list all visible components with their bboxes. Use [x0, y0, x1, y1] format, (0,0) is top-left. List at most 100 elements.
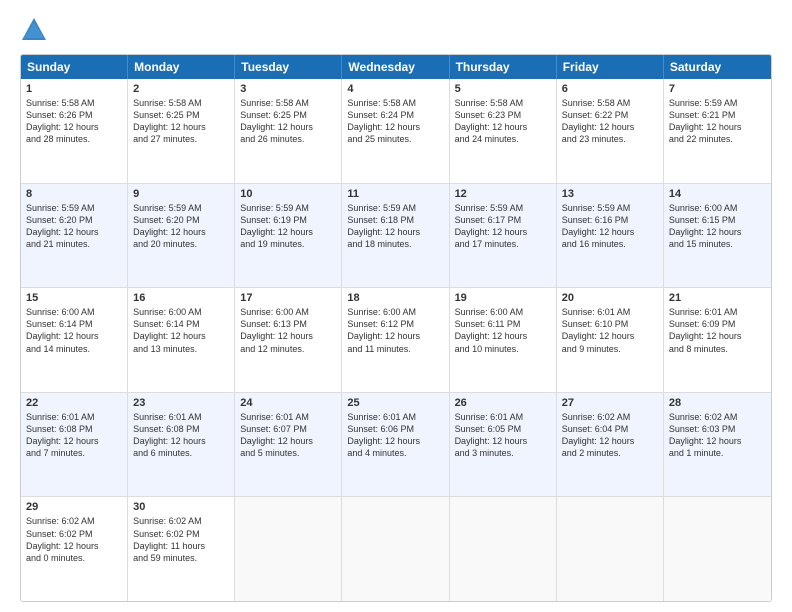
day-number: 25 — [347, 397, 443, 409]
cell-info: Sunrise: 6:01 AMSunset: 6:08 PMDaylight:… — [26, 411, 122, 460]
day-number: 19 — [455, 292, 551, 304]
cell-info: Sunrise: 6:02 AMSunset: 6:03 PMDaylight:… — [669, 411, 766, 460]
day-number: 8 — [26, 188, 122, 200]
calendar-cell: 16 Sunrise: 6:00 AMSunset: 6:14 PMDayligh… — [128, 288, 235, 392]
logo-icon — [20, 16, 48, 44]
day-number: 27 — [562, 397, 658, 409]
day-number: 24 — [240, 397, 336, 409]
calendar-row: 15 Sunrise: 6:00 AMSunset: 6:14 PMDayligh… — [21, 288, 771, 393]
cell-info: Sunrise: 5:59 AMSunset: 6:21 PMDaylight:… — [669, 97, 766, 146]
calendar-cell: 5 Sunrise: 5:58 AMSunset: 6:23 PMDaylight… — [450, 79, 557, 183]
day-number: 7 — [669, 83, 766, 95]
header-day: Wednesday — [342, 55, 449, 79]
calendar-cell: 1 Sunrise: 5:58 AMSunset: 6:26 PMDaylight… — [21, 79, 128, 183]
calendar-cell-empty — [235, 497, 342, 601]
calendar-cell: 11 Sunrise: 5:59 AMSunset: 6:18 PMDayligh… — [342, 184, 449, 288]
day-number: 17 — [240, 292, 336, 304]
day-number: 20 — [562, 292, 658, 304]
cell-info: Sunrise: 5:58 AMSunset: 6:24 PMDaylight:… — [347, 97, 443, 146]
header — [20, 16, 772, 44]
cell-info: Sunrise: 6:00 AMSunset: 6:11 PMDaylight:… — [455, 306, 551, 355]
page: SundayMondayTuesdayWednesdayThursdayFrid… — [0, 0, 792, 612]
calendar-cell: 28 Sunrise: 6:02 AMSunset: 6:03 PMDayligh… — [664, 393, 771, 497]
day-number: 18 — [347, 292, 443, 304]
calendar-cell: 22 Sunrise: 6:01 AMSunset: 6:08 PMDayligh… — [21, 393, 128, 497]
day-number: 2 — [133, 83, 229, 95]
cell-info: Sunrise: 5:59 AMSunset: 6:20 PMDaylight:… — [26, 202, 122, 251]
calendar-cell: 8 Sunrise: 5:59 AMSunset: 6:20 PMDaylight… — [21, 184, 128, 288]
cell-info: Sunrise: 5:58 AMSunset: 6:23 PMDaylight:… — [455, 97, 551, 146]
cell-info: Sunrise: 6:01 AMSunset: 6:06 PMDaylight:… — [347, 411, 443, 460]
cell-info: Sunrise: 6:00 AMSunset: 6:15 PMDaylight:… — [669, 202, 766, 251]
header-day: Thursday — [450, 55, 557, 79]
calendar-cell: 14Sunrise: 6:00 AMSunset: 6:15 PMDayligh… — [664, 184, 771, 288]
calendar-cell: 10 Sunrise: 5:59 AMSunset: 6:19 PMDayligh… — [235, 184, 342, 288]
cell-info: Sunrise: 6:01 AMSunset: 6:07 PMDaylight:… — [240, 411, 336, 460]
cell-info: Sunrise: 6:01 AMSunset: 6:08 PMDaylight:… — [133, 411, 229, 460]
calendar-cell: 30 Sunrise: 6:02 AMSunset: 6:02 PMDayligh… — [128, 497, 235, 601]
header-day: Saturday — [664, 55, 771, 79]
day-number: 22 — [26, 397, 122, 409]
day-number: 21 — [669, 292, 766, 304]
cell-info: Sunrise: 5:59 AMSunset: 6:19 PMDaylight:… — [240, 202, 336, 251]
day-number: 13 — [562, 188, 658, 200]
calendar-cell: 27 Sunrise: 6:02 AMSunset: 6:04 PMDayligh… — [557, 393, 664, 497]
day-number: 15 — [26, 292, 122, 304]
header-day: Tuesday — [235, 55, 342, 79]
day-number: 10 — [240, 188, 336, 200]
cell-info: Sunrise: 6:02 AMSunset: 6:04 PMDaylight:… — [562, 411, 658, 460]
cell-info: Sunrise: 6:01 AMSunset: 6:05 PMDaylight:… — [455, 411, 551, 460]
calendar-cell: 3Sunrise: 5:58 AMSunset: 6:25 PMDaylight… — [235, 79, 342, 183]
calendar-cell: 15 Sunrise: 6:00 AMSunset: 6:14 PMDayligh… — [21, 288, 128, 392]
cell-info: Sunrise: 6:00 AMSunset: 6:14 PMDaylight:… — [133, 306, 229, 355]
cell-info: Sunrise: 6:00 AMSunset: 6:14 PMDaylight:… — [26, 306, 122, 355]
calendar-body: 1 Sunrise: 5:58 AMSunset: 6:26 PMDaylight… — [21, 79, 771, 601]
calendar-cell: 4Sunrise: 5:58 AMSunset: 6:24 PMDaylight… — [342, 79, 449, 183]
calendar-cell: 20 Sunrise: 6:01 AMSunset: 6:10 PMDayligh… — [557, 288, 664, 392]
cell-info: Sunrise: 6:01 AMSunset: 6:10 PMDaylight:… — [562, 306, 658, 355]
cell-info: Sunrise: 6:02 AMSunset: 6:02 PMDaylight:… — [26, 515, 122, 564]
cell-info: Sunrise: 5:59 AMSunset: 6:18 PMDaylight:… — [347, 202, 443, 251]
day-number: 11 — [347, 188, 443, 200]
day-number: 1 — [26, 83, 122, 95]
cell-info: Sunrise: 5:58 AMSunset: 6:26 PMDaylight:… — [26, 97, 122, 146]
calendar-row: 1 Sunrise: 5:58 AMSunset: 6:26 PMDaylight… — [21, 79, 771, 184]
day-number: 12 — [455, 188, 551, 200]
day-number: 16 — [133, 292, 229, 304]
logo — [20, 16, 52, 44]
calendar-cell-empty — [557, 497, 664, 601]
day-number: 30 — [133, 501, 229, 513]
calendar-header: SundayMondayTuesdayWednesdayThursdayFrid… — [21, 55, 771, 79]
cell-info: Sunrise: 5:58 AMSunset: 6:22 PMDaylight:… — [562, 97, 658, 146]
cell-info: Sunrise: 6:01 AMSunset: 6:09 PMDaylight:… — [669, 306, 766, 355]
cell-info: Sunrise: 6:00 AMSunset: 6:12 PMDaylight:… — [347, 306, 443, 355]
calendar-cell: 26 Sunrise: 6:01 AMSunset: 6:05 PMDayligh… — [450, 393, 557, 497]
calendar-cell: 2 Sunrise: 5:58 AMSunset: 6:25 PMDaylight… — [128, 79, 235, 183]
calendar-cell: 13 Sunrise: 5:59 AMSunset: 6:16 PMDayligh… — [557, 184, 664, 288]
calendar-cell: 17 Sunrise: 6:00 AMSunset: 6:13 PMDayligh… — [235, 288, 342, 392]
calendar-cell: 19 Sunrise: 6:00 AMSunset: 6:11 PMDayligh… — [450, 288, 557, 392]
calendar-cell: 6Sunrise: 5:58 AMSunset: 6:22 PMDaylight… — [557, 79, 664, 183]
calendar-row: 29 Sunrise: 6:02 AMSunset: 6:02 PMDayligh… — [21, 497, 771, 601]
calendar-cell: 24 Sunrise: 6:01 AMSunset: 6:07 PMDayligh… — [235, 393, 342, 497]
calendar-row: 22 Sunrise: 6:01 AMSunset: 6:08 PMDayligh… — [21, 393, 771, 498]
day-number: 9 — [133, 188, 229, 200]
day-number: 28 — [669, 397, 766, 409]
day-number: 29 — [26, 501, 122, 513]
header-day: Friday — [557, 55, 664, 79]
calendar-cell: 23 Sunrise: 6:01 AMSunset: 6:08 PMDayligh… — [128, 393, 235, 497]
calendar-cell-empty — [450, 497, 557, 601]
cell-info: Sunrise: 5:59 AMSunset: 6:20 PMDaylight:… — [133, 202, 229, 251]
header-day: Sunday — [21, 55, 128, 79]
day-number: 26 — [455, 397, 551, 409]
day-number: 3 — [240, 83, 336, 95]
cell-info: Sunrise: 6:00 AMSunset: 6:13 PMDaylight:… — [240, 306, 336, 355]
calendar-cell: 21 Sunrise: 6:01 AMSunset: 6:09 PMDayligh… — [664, 288, 771, 392]
calendar-cell: 18 Sunrise: 6:00 AMSunset: 6:12 PMDayligh… — [342, 288, 449, 392]
day-number: 5 — [455, 83, 551, 95]
cell-info: Sunrise: 5:59 AMSunset: 6:16 PMDaylight:… — [562, 202, 658, 251]
header-day: Monday — [128, 55, 235, 79]
cell-info: Sunrise: 5:58 AMSunset: 6:25 PMDaylight:… — [133, 97, 229, 146]
day-number: 23 — [133, 397, 229, 409]
cell-info: Sunrise: 6:02 AMSunset: 6:02 PMDaylight:… — [133, 515, 229, 564]
